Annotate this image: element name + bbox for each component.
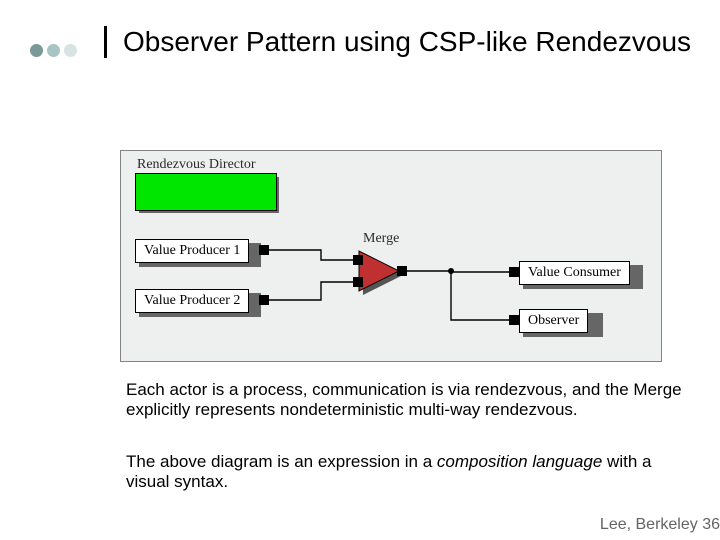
paragraph-2-em: composition language <box>437 452 602 471</box>
footer-credit: Lee, Berkeley 36 <box>600 516 720 534</box>
title-bullets <box>30 44 77 57</box>
page-title: Observer Pattern using CSP-like Rendezvo… <box>123 26 720 58</box>
paragraph-1: Each actor is a process, communication i… <box>126 380 686 419</box>
diagram-wires <box>121 151 661 361</box>
title-bar: Observer Pattern using CSP-like Rendezvo… <box>104 26 720 58</box>
diagram-canvas: Rendezvous Director Value Producer 1 Val… <box>120 150 662 362</box>
bullet-dot <box>30 44 43 57</box>
bullet-dot <box>47 44 60 57</box>
paragraph-2-prefix: The above diagram is an expression in a <box>126 452 437 471</box>
bullet-dot <box>64 44 77 57</box>
slide: Observer Pattern using CSP-like Rendezvo… <box>0 0 720 540</box>
paragraph-2: The above diagram is an expression in a … <box>126 452 686 491</box>
